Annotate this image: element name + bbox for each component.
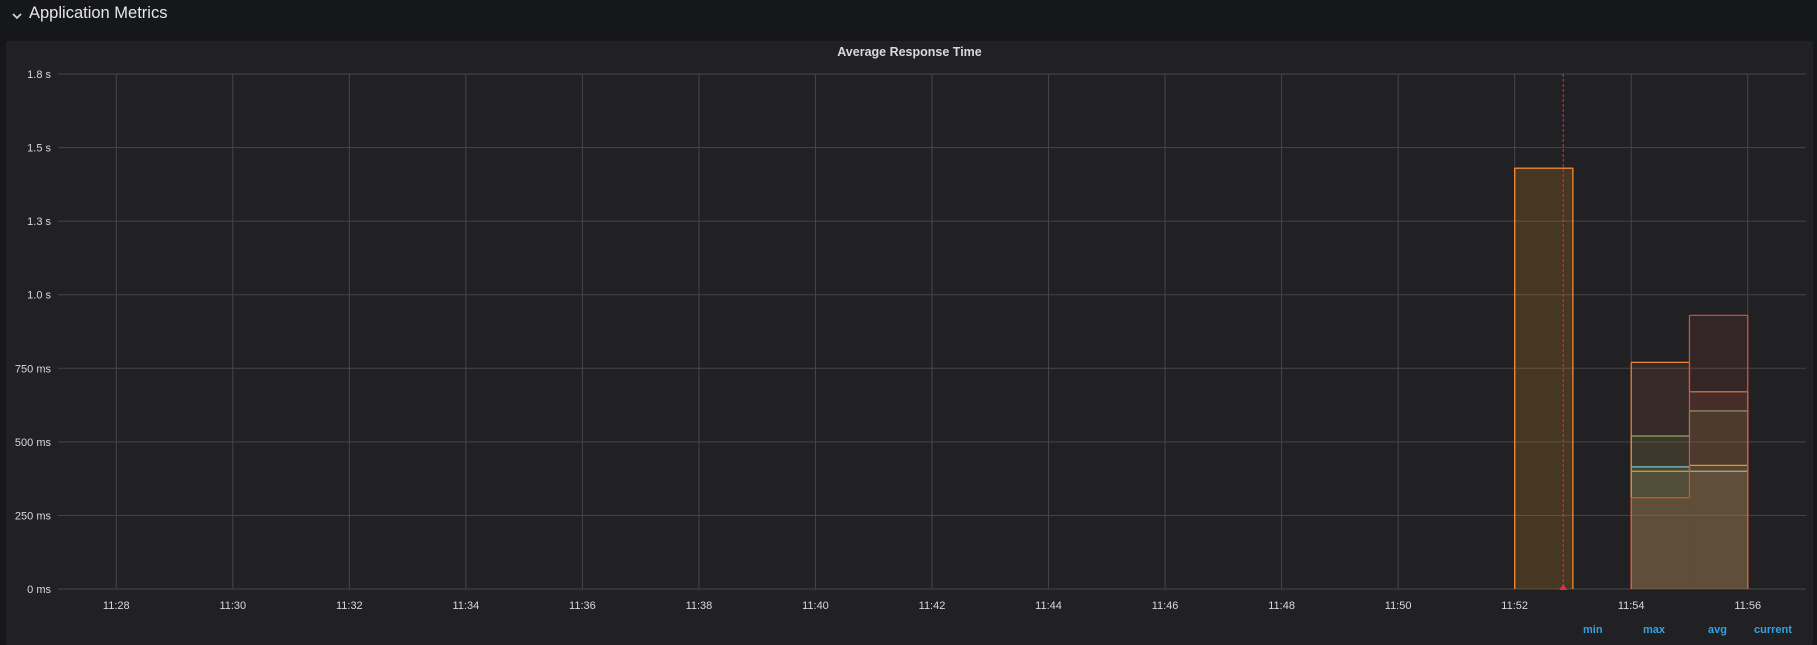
x-tick-label: 11:42	[919, 600, 946, 612]
y-tick-label: 1.8 s	[27, 69, 51, 81]
x-tick-label: 11:56	[1734, 600, 1761, 612]
x-tick-label: 11:30	[219, 600, 246, 612]
y-tick-label: 1.3 s	[27, 216, 51, 228]
x-tick-label: 11:54	[1618, 600, 1645, 612]
y-tick-label: 0 ms	[27, 584, 51, 596]
response-time-chart[interactable]: 0 ms 250 ms 500 ms 750 ms 1.0 s 1.3 s 1.5 s 1.8…	[6, 41, 1813, 645]
legend-header-min[interactable]: min	[1583, 624, 1603, 636]
y-tick-label: 1.0 s	[27, 290, 51, 302]
graph-panel: Average Response Time 0 ms 250 ms 500 ms 75…	[6, 41, 1813, 645]
y-tick-label: 750 ms	[15, 363, 52, 375]
x-tick-label: 11:50	[1385, 600, 1412, 612]
x-tick-label: 11:52	[1501, 600, 1528, 612]
x-tick-label: 11:36	[569, 600, 596, 612]
x-tick-label: 11:46	[1152, 600, 1179, 612]
x-tick-label: 11:32	[336, 600, 363, 612]
x-tick-label: 11:38	[686, 600, 713, 612]
chevron-down-icon[interactable]	[10, 9, 24, 23]
y-tick-label: 1.5 s	[27, 143, 51, 155]
row-title[interactable]: Application Metrics	[29, 4, 167, 23]
x-tick-label: 11:34	[453, 600, 480, 612]
x-tick-label: 11:44	[1035, 600, 1062, 612]
legend-header-avg[interactable]: avg	[1708, 624, 1727, 636]
y-tick-label: 500 ms	[15, 437, 52, 449]
series-fill	[1631, 497, 1690, 589]
x-tick-label: 11:40	[802, 600, 829, 612]
row-header[interactable]: Application Metrics	[0, 0, 1817, 34]
series-fill	[1689, 315, 1748, 589]
y-tick-label: 250 ms	[15, 510, 52, 522]
series-fill	[1514, 168, 1573, 589]
x-tick-label: 11:48	[1268, 600, 1295, 612]
legend-header-current[interactable]: current	[1754, 624, 1792, 636]
x-tick-label: 11:28	[103, 600, 130, 612]
legend-header-max[interactable]: max	[1643, 624, 1665, 636]
